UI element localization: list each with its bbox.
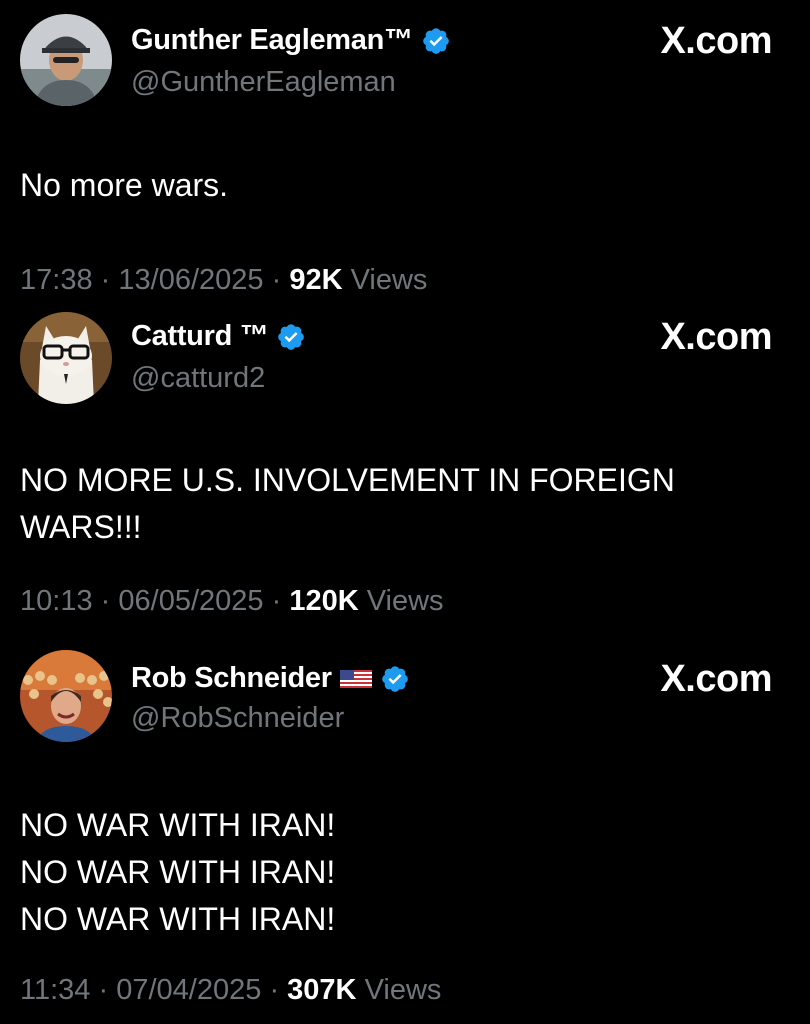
meta-separator: · bbox=[100, 585, 111, 617]
views-count[interactable]: 120K bbox=[289, 585, 358, 617]
avatar[interactable] bbox=[20, 14, 112, 106]
tweet-text-line: NO WAR WITH IRAN! bbox=[20, 854, 336, 890]
tweet-date[interactable]: 13/06/2025 bbox=[118, 264, 263, 296]
tweet-time[interactable]: 11:34 bbox=[20, 974, 90, 1006]
display-name[interactable]: Gunther Eagleman™ bbox=[131, 24, 413, 57]
tweet-card: Catturd ™ @catturd2 X.com NO MORE U.S. I… bbox=[0, 300, 810, 630]
tweet-text-line: WARS!!! bbox=[20, 509, 142, 545]
tweet-text-line: NO WAR WITH IRAN! bbox=[20, 901, 336, 937]
profile-photo-man-in-cap-icon bbox=[20, 14, 112, 106]
tweet-text-line: No more wars. bbox=[20, 167, 229, 203]
tweet-time[interactable]: 17:38 bbox=[20, 264, 93, 296]
meta-separator: · bbox=[269, 974, 280, 1006]
verified-badge-icon bbox=[380, 664, 410, 694]
user-handle[interactable]: @GuntherEagleman bbox=[131, 66, 396, 99]
source-label[interactable]: X.com bbox=[660, 658, 772, 701]
source-label[interactable]: X.com bbox=[660, 20, 772, 63]
display-name[interactable]: Catturd ™ bbox=[131, 320, 269, 353]
tweet-text-line: NO WAR WITH IRAN! bbox=[20, 807, 336, 843]
verified-badge-icon bbox=[276, 322, 306, 352]
tweet-card: Gunther Eagleman™ @GuntherEagleman X.com… bbox=[0, 0, 810, 300]
tweet-date[interactable]: 06/05/2025 bbox=[118, 585, 263, 617]
avatar[interactable] bbox=[20, 312, 112, 404]
views-count[interactable]: 307K bbox=[287, 974, 356, 1006]
avatar[interactable] bbox=[20, 650, 112, 742]
user-handle[interactable]: @catturd2 bbox=[131, 362, 265, 395]
display-name[interactable]: Rob Schneider bbox=[131, 662, 332, 695]
profile-photo-man-in-crowd-icon bbox=[20, 650, 112, 742]
profile-photo-cat-with-glasses-icon bbox=[20, 312, 112, 404]
views-label: Views bbox=[366, 585, 444, 617]
meta-separator: · bbox=[271, 264, 282, 296]
us-flag-icon bbox=[339, 669, 372, 688]
tweet-meta: 17:38 · 13/06/2025 · 92K Views bbox=[20, 264, 427, 297]
tweet-text: NO WAR WITH IRAN! NO WAR WITH IRAN! NO W… bbox=[20, 802, 335, 943]
tweet-date[interactable]: 07/04/2025 bbox=[116, 974, 261, 1006]
source-text: X.com bbox=[660, 316, 772, 358]
verified-badge-icon bbox=[421, 26, 451, 56]
source-label[interactable]: X.com bbox=[660, 316, 772, 359]
source-text: X.com bbox=[660, 658, 772, 700]
tweet-text: No more wars. bbox=[20, 162, 228, 209]
views-label: Views bbox=[364, 974, 442, 1006]
tweet-meta: 10:13 · 06/05/2025 · 120K Views bbox=[20, 585, 444, 618]
views-count[interactable]: 92K bbox=[289, 264, 342, 296]
meta-separator: · bbox=[100, 264, 111, 296]
tweet-meta: 11:34 · 07/04/2025 · 307K Views bbox=[20, 974, 441, 1007]
tweet-text-line: NO MORE U.S. INVOLVEMENT IN FOREIGN bbox=[20, 462, 675, 498]
tweet-text: NO MORE U.S. INVOLVEMENT IN FOREIGN WARS… bbox=[20, 457, 675, 551]
meta-separator: · bbox=[98, 974, 109, 1006]
tweet-card: Rob Schneider @RobSchneider X.com NO WAR… bbox=[0, 640, 810, 1024]
tweet-time[interactable]: 10:13 bbox=[20, 585, 93, 617]
source-text: X.com bbox=[660, 20, 772, 62]
user-handle[interactable]: @RobSchneider bbox=[131, 702, 344, 735]
views-label: Views bbox=[350, 264, 428, 296]
meta-separator: · bbox=[271, 585, 282, 617]
